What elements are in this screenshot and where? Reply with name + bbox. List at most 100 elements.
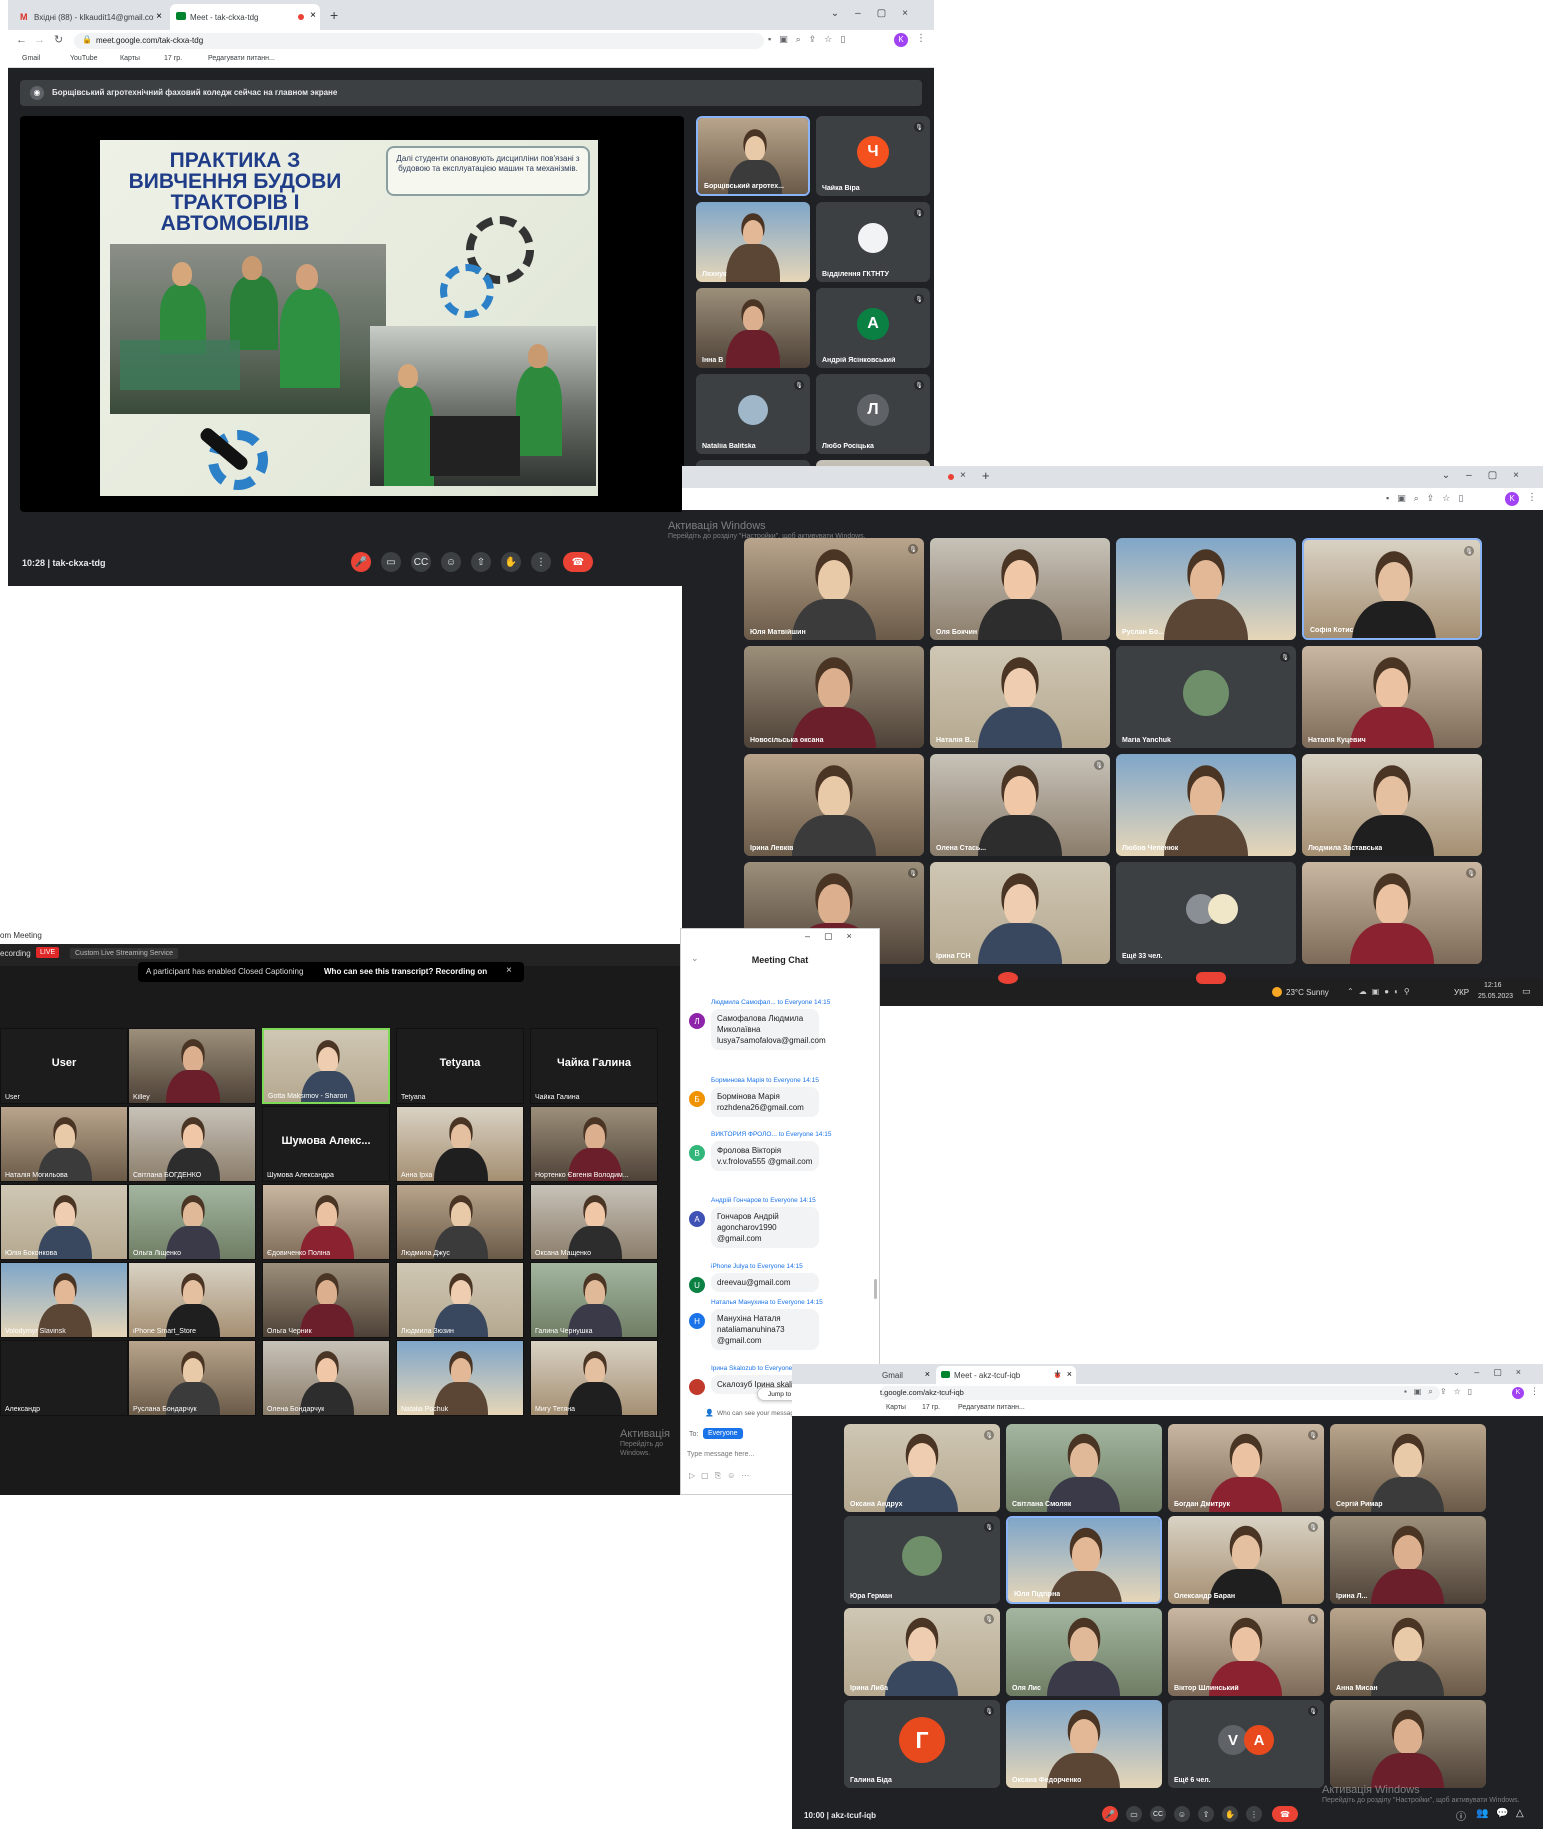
extension-icons[interactable]: ▪▣⌕⇪☆▯ bbox=[1386, 493, 1471, 504]
participant-tile[interactable]: Оксана Федорченко bbox=[1006, 1700, 1162, 1788]
participant-tile[interactable]: Оля Бокчин bbox=[930, 538, 1110, 640]
mic-off-button[interactable]: 🎤 bbox=[351, 552, 371, 572]
more-options-button[interactable]: ⋮ bbox=[531, 552, 551, 572]
zoom-participant-tile[interactable]: Юлія Боконкова bbox=[0, 1184, 128, 1260]
participant-tile[interactable]: Руслан Бо... bbox=[1116, 538, 1296, 640]
participant-tile[interactable]: Наталія Куцевич bbox=[1302, 646, 1482, 748]
participant-tile[interactable]: Віктор Шлинський 🎙 bbox=[1168, 1608, 1324, 1696]
mic-off-button[interactable] bbox=[998, 972, 1018, 984]
stream-service-dropdown[interactable]: Custom Live Streaming Service bbox=[70, 948, 179, 959]
participant-tile[interactable]: V A Ещё 6 чел. 🎙 bbox=[1168, 1700, 1324, 1788]
zoom-participant-tile[interactable]: Мигу Тетяна bbox=[530, 1340, 658, 1416]
emoji-button[interactable]: ☺ bbox=[1174, 1806, 1190, 1822]
bookmark-youtube[interactable]: YouTube bbox=[70, 55, 98, 62]
zoom-participant-tile[interactable]: Ольга Черник bbox=[262, 1262, 390, 1338]
participant-tile[interactable]: Ірина ГСН bbox=[930, 862, 1110, 964]
zoom-participant-tile[interactable]: User User bbox=[0, 1028, 128, 1104]
zoom-participant-tile[interactable]: Gotta Maksimov - Sharon bbox=[262, 1028, 390, 1104]
participant-tile[interactable]: Maria Yanchuk 🎙 bbox=[1116, 646, 1296, 748]
extension-icons[interactable]: ▪▣⌕⇪☆▯ bbox=[768, 34, 853, 45]
participant-tile[interactable]: Ещё 33 чел. bbox=[1116, 862, 1296, 964]
message-sender[interactable]: Людмила Самофал... to Everyone 14:15 bbox=[711, 999, 830, 1006]
chat-icon[interactable]: 💬 bbox=[1496, 1808, 1508, 1819]
camera-button[interactable]: ▭ bbox=[1126, 1806, 1142, 1822]
zoom-participant-tile[interactable]: Світлана БОГДЕНКО bbox=[128, 1106, 256, 1182]
new-tab-icon[interactable]: + bbox=[1054, 1366, 1061, 1380]
leave-call-button[interactable]: ☎ bbox=[1272, 1806, 1298, 1822]
participant-tile[interactable]: Людмила Заставська bbox=[1302, 754, 1482, 856]
tab-gmail[interactable]: Gmail × bbox=[878, 1366, 934, 1384]
back-icon[interactable]: ← bbox=[16, 34, 27, 46]
close-icon[interactable]: × bbox=[156, 11, 162, 22]
bookmark-maps[interactable]: Карты bbox=[886, 1404, 906, 1411]
participant-tile[interactable]: Олександр Баран 🎙 bbox=[1168, 1516, 1324, 1604]
window-controls[interactable]: –▢× bbox=[805, 931, 866, 942]
participant-tile[interactable]: Юля Матвійшин 🎙 bbox=[744, 538, 924, 640]
participant-tile[interactable]: Богдан Дмитрук 🎙 bbox=[1168, 1424, 1324, 1512]
chat-toolbar-icons[interactable]: ▷▢⎘☺⋯ bbox=[689, 1471, 755, 1481]
participant-tile[interactable]: Софія Котис 🎙 bbox=[1302, 538, 1482, 640]
participant-tile[interactable]: Олена Стась... 🎙 bbox=[930, 754, 1110, 856]
bookmark-17gr[interactable]: 17 гр. bbox=[164, 55, 182, 62]
live-badge[interactable]: LIVE bbox=[36, 947, 60, 958]
scrollbar[interactable] bbox=[874, 1279, 877, 1299]
zoom-participant-tile[interactable]: Галина Чернушка bbox=[530, 1262, 658, 1338]
participant-tile[interactable]: Л Любо Росіцька 🎙 bbox=[816, 374, 930, 454]
participant-tile[interactable]: Юра Герман 🎙 bbox=[844, 1516, 1000, 1604]
zoom-participant-tile[interactable]: Killey bbox=[128, 1028, 256, 1104]
info-icon[interactable]: ⓘ bbox=[1456, 1808, 1466, 1823]
activities-icon[interactable]: △ bbox=[1516, 1808, 1524, 1819]
captions-button[interactable]: CC bbox=[411, 552, 431, 572]
participant-tile[interactable]: Наталія В... bbox=[930, 646, 1110, 748]
participant-tile[interactable]: 🎙 bbox=[1302, 862, 1482, 964]
raise-hand-button[interactable]: ✋ bbox=[1222, 1806, 1238, 1822]
bookmark-maps[interactable]: Карты bbox=[120, 55, 140, 62]
bookmark-gmail[interactable]: Gmail bbox=[22, 55, 40, 62]
zoom-participant-tile[interactable]: Людмила Зюзин bbox=[396, 1262, 524, 1338]
profile-avatar[interactable]: K bbox=[894, 33, 908, 47]
raise-hand-button[interactable]: ✋ bbox=[501, 552, 521, 572]
profile-avatar[interactable]: K bbox=[1512, 1387, 1524, 1399]
present-button[interactable]: ⇧ bbox=[1198, 1806, 1214, 1822]
participant-tile[interactable]: Ірина Левків bbox=[744, 754, 924, 856]
participant-tile[interactable]: Оля Лис bbox=[1006, 1608, 1162, 1696]
participant-tile[interactable]: Оксана Андрух 🎙 bbox=[844, 1424, 1000, 1512]
participant-tile[interactable]: Ірина Либа 🎙 bbox=[844, 1608, 1000, 1696]
participant-tile[interactable]: Ч Чайка Віра 🎙 bbox=[816, 116, 930, 196]
participant-tile[interactable]: Світлана Смоляк bbox=[1006, 1424, 1162, 1512]
leave-call-button[interactable]: ☎ bbox=[563, 552, 593, 572]
language-indicator[interactable]: УКР bbox=[1454, 988, 1469, 997]
recipient-dropdown[interactable]: Everyone bbox=[703, 1428, 743, 1439]
zoom-participant-tile[interactable]: Tetyana Tetyana bbox=[396, 1028, 524, 1104]
close-icon[interactable]: × bbox=[960, 470, 966, 481]
zoom-participant-tile[interactable]: Анна Ірха bbox=[396, 1106, 524, 1182]
message-sender[interactable]: Андрій Гончаров to Everyone 14:15 bbox=[711, 1197, 816, 1204]
close-icon[interactable]: × bbox=[1067, 1369, 1072, 1379]
close-icon[interactable]: × bbox=[925, 1369, 930, 1379]
new-tab-icon[interactable]: + bbox=[330, 7, 338, 23]
tab-gmail[interactable]: M Вхідні (88) - klkaudit14@gmail.com × bbox=[16, 6, 166, 30]
participant-tile[interactable]: Анна Мисан bbox=[1330, 1608, 1486, 1696]
participant-tile[interactable]: Ляхнук bbox=[696, 202, 810, 282]
extension-icons[interactable]: ▪▣⌕⇪☆▯ bbox=[1404, 1387, 1479, 1397]
mic-off-button[interactable]: 🎤 bbox=[1102, 1806, 1118, 1822]
message-sender[interactable]: iPhone Julya to Everyone 14:15 bbox=[711, 1263, 803, 1270]
zoom-participant-tile[interactable]: Руслана Бондарчук bbox=[128, 1340, 256, 1416]
leave-call-button[interactable] bbox=[1196, 972, 1226, 984]
participant-tile[interactable]: Борщівський агротех... bbox=[696, 116, 810, 196]
emoji-button[interactable]: ☺ bbox=[441, 552, 461, 572]
tab-meet[interactable]: Meet - tak-ckxa-tdg × bbox=[170, 4, 320, 30]
url-input[interactable]: t.google.com/akz-tcuf-iqb bbox=[880, 1386, 1440, 1400]
zoom-participant-tile[interactable]: Нортенко Євгенія Володим... bbox=[530, 1106, 658, 1182]
close-icon[interactable]: × bbox=[506, 965, 512, 976]
present-button[interactable]: ⇧ bbox=[471, 552, 491, 572]
new-tab-icon[interactable]: + bbox=[982, 468, 990, 483]
menu-icon[interactable]: ⋮ bbox=[1530, 1386, 1539, 1397]
notifications-icon[interactable]: ▭ bbox=[1522, 986, 1531, 997]
zoom-participant-tile[interactable]: Ольга Ліщенко bbox=[128, 1184, 256, 1260]
forward-icon[interactable]: → bbox=[34, 34, 45, 46]
bookmark-edit-questions[interactable]: Редагувати питанн... bbox=[958, 1404, 1025, 1411]
participant-tile[interactable]: Сергій Римар bbox=[1330, 1424, 1486, 1512]
message-sender[interactable]: ВИКТОРИЯ ФРОЛО... to Everyone 14:15 bbox=[711, 1131, 831, 1138]
menu-icon[interactable]: ⋮ bbox=[916, 33, 926, 44]
